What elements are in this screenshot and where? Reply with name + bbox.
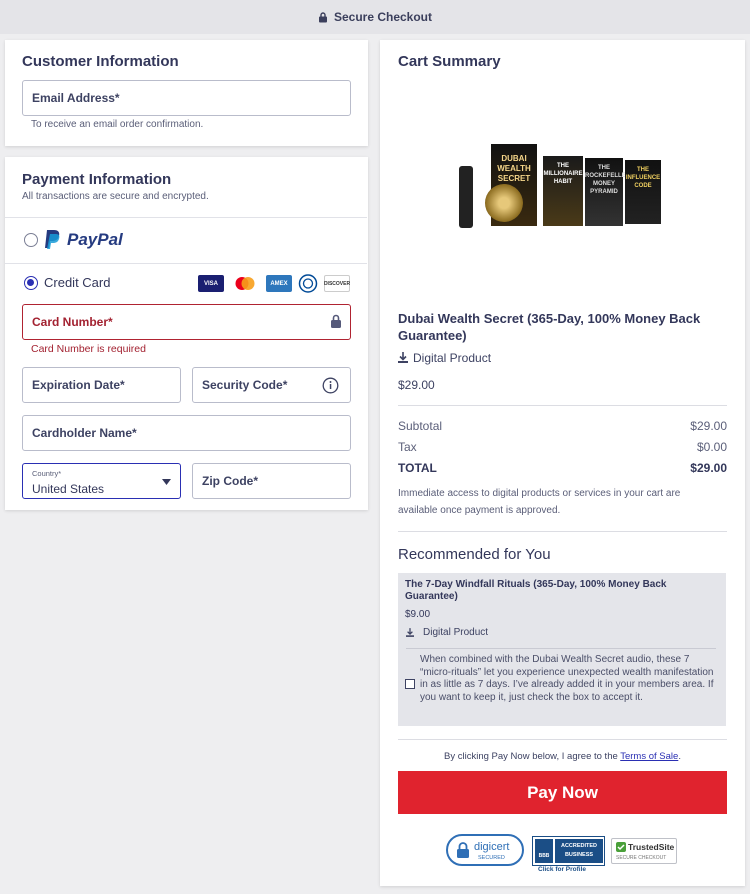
bbb-text: ACCREDITED BUSINESS [555,839,603,863]
secure-checkout-bar: Secure Checkout [0,0,750,34]
expiration-date-field[interactable]: Expiration Date* [22,367,181,403]
download-icon [398,352,408,363]
divider [398,405,727,406]
recommended-price: $9.00 [405,609,431,620]
card-number-field[interactable]: Card Number* [22,304,351,340]
paypal-radio[interactable] [24,233,38,247]
product-name: Dubai Wealth Secret (365-Day, 100% Money… [398,311,701,343]
divider [406,648,716,649]
amex-icon: AMEX [266,275,292,292]
box-rockefeller: THE ROCKEFELLER MONEY PYRAMID [585,158,630,226]
agreement-prefix: By clicking Pay Now below, I agree to th… [444,751,621,762]
tax-value: $0.00 [696,440,727,454]
subtotal-value: $29.00 [690,419,727,433]
info-icon[interactable] [322,377,339,394]
country-value: United States [32,482,105,496]
subtotal-row: Subtotal $29.00 [398,419,727,433]
accept-offer-checkbox[interactable] [405,679,415,689]
paypal-label[interactable]: PayPal [67,230,123,250]
payment-subtitle: All transactions are secure and encrypte… [22,191,209,202]
tax-label: Tax [398,440,417,454]
customer-information-title: Customer Information [22,53,179,70]
phone-mockup [459,166,473,228]
recommended-name: The 7-Day Windfall Rituals (365-Day, 100… [405,579,667,602]
country-select[interactable]: Country* United States [22,463,181,499]
divider [5,263,367,264]
product-price: $29.00 [398,378,435,392]
expiration-date-label: Expiration Date* [32,378,125,392]
email-hint: To receive an email order confirmation. [31,119,204,130]
card-number-label: Card Number* [32,315,113,329]
digicert-sub: SECURED [478,855,505,861]
trustedsite-badge[interactable]: TrustedSite SECURE CHECKOUT [611,838,677,864]
cardholder-name-field[interactable]: Cardholder Name* [22,415,351,451]
security-code-label: Security Code* [202,378,288,392]
access-note: Immediate access to digital products or … [398,488,681,516]
checkmark-icon [616,842,626,852]
discover-icon: DISCOVER [324,275,350,292]
box-influence: THE INFLUENCE CODE [625,160,661,224]
card-number-error: Card Number is required [31,343,146,355]
trustedsite-label: TrustedSite [628,842,675,852]
lock-icon [457,842,469,858]
recommended-title: Recommended for You [398,546,551,563]
recommended-description: When combined with the Dubai Wealth Secr… [420,654,714,703]
bbb-logo-icon: BBB [535,839,553,863]
digicert-label: digicert [474,841,510,853]
mastercard-icon [235,277,255,290]
total-label: TOTAL [398,461,437,475]
agreement-suffix: . [678,751,681,762]
pay-now-button[interactable]: Pay Now [398,771,727,814]
lock-icon [318,11,327,22]
bbb-caption[interactable]: Click for Profile [538,866,586,873]
disc-image [485,184,523,222]
chevron-down-icon [162,479,171,485]
total-value: $29.00 [690,461,727,475]
zip-code-label: Zip Code* [202,474,258,488]
cardholder-name-label: Cardholder Name* [32,426,137,440]
credit-card-label[interactable]: Credit Card [44,275,110,290]
divider [398,531,727,532]
tax-row: Tax $0.00 [398,440,727,454]
cart-summary-title: Cart Summary [398,53,501,70]
divider [398,739,727,740]
recommended-type: Digital Product [423,627,489,638]
payment-information-title: Payment Information [22,171,172,188]
product-image: DUBAI WEALTH SECRET THE MILLIONAIRE HABI… [445,140,663,232]
bbb-badge[interactable]: BBB ACCREDITED BUSINESS [532,836,605,866]
agreement-text: By clicking Pay Now below, I agree to th… [398,751,727,762]
email-field-label: Email Address* [32,91,120,105]
download-icon [406,628,414,637]
recommended-box: The 7-Day Windfall Rituals (365-Day, 100… [398,573,726,726]
visa-icon: VISA [198,275,224,292]
subtotal-label: Subtotal [398,419,443,433]
zip-code-field[interactable]: Zip Code* [192,463,351,499]
product-type: Digital Product [413,351,492,365]
total-row: TOTAL $29.00 [398,461,727,475]
paypal-logo-icon [45,230,60,249]
diners-icon [298,274,318,293]
trustedsite-sub: SECURE CHECKOUT [616,855,667,861]
secure-checkout-label: Secure Checkout [333,10,433,24]
customer-information-card: Customer Information Email Address* To r… [5,40,368,146]
terms-of-sale-link[interactable]: Terms of Sale [620,751,678,762]
lock-icon [331,314,341,328]
digicert-badge[interactable]: digicert SECURED [446,834,524,866]
divider [5,217,367,218]
email-field[interactable]: Email Address* [22,80,351,116]
country-label: Country* [32,469,62,478]
box-millionaire: THE MILLIONAIRE HABIT [543,156,583,226]
credit-card-radio[interactable] [24,276,38,290]
